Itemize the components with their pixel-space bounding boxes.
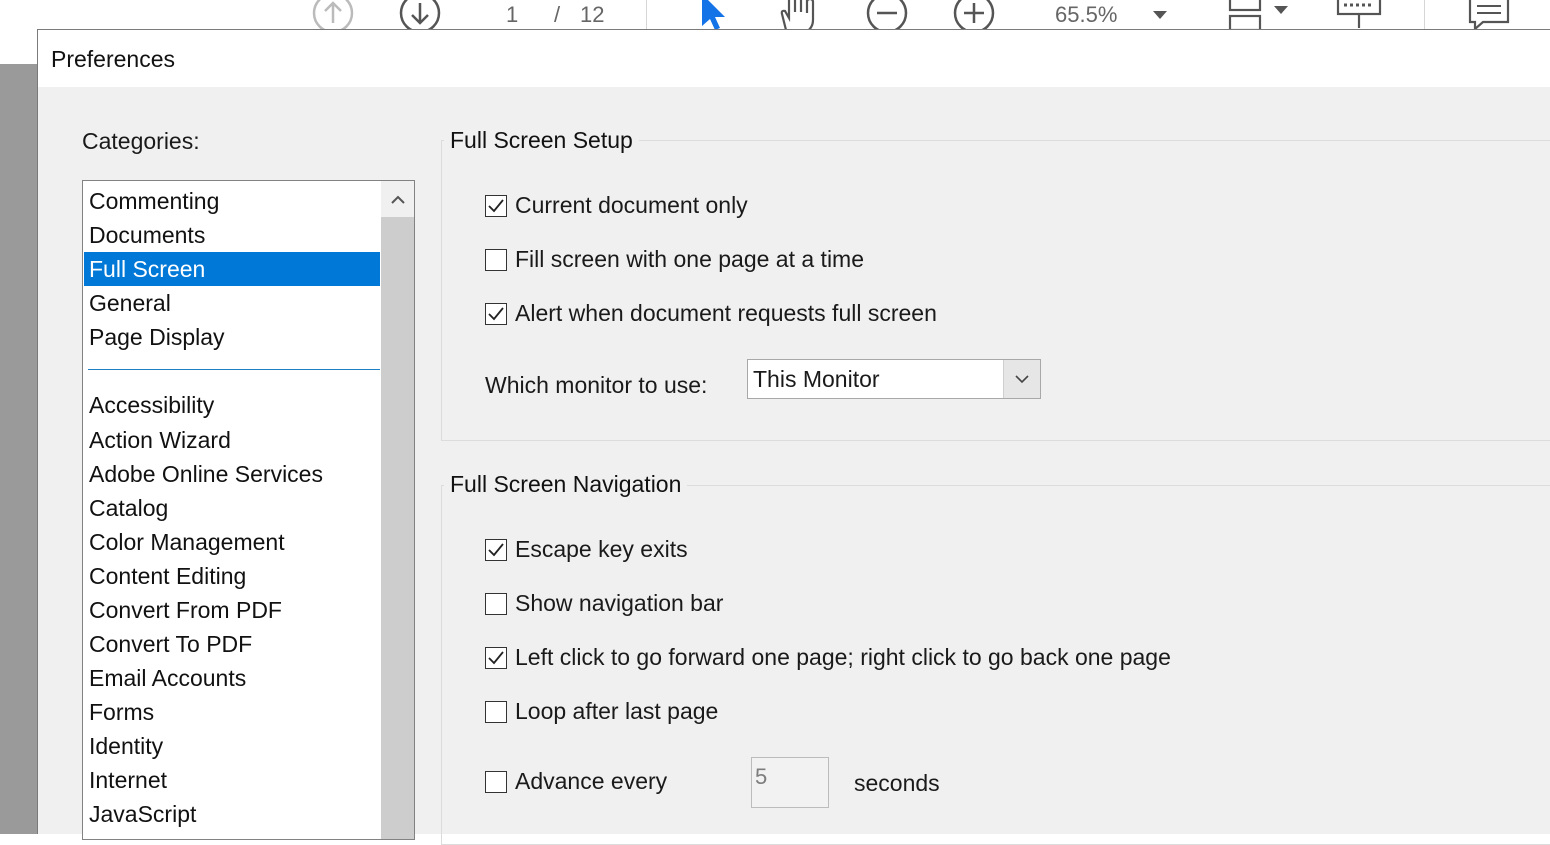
left-click-row[interactable]: Left click to go forward one page; right… — [485, 644, 1171, 671]
chevron-down-icon — [1015, 374, 1029, 383]
categories-list[interactable]: Commenting Documents Full Screen General… — [82, 180, 415, 840]
category-color-management[interactable]: Color Management — [84, 525, 380, 559]
acrobat-toolbar: 1 / 12 65.5% — [0, 0, 1550, 30]
loop-checkbox[interactable] — [485, 700, 507, 723]
select-pointer-icon[interactable] — [700, 0, 728, 30]
list-scrollbar[interactable] — [381, 181, 414, 839]
zoom-in-icon[interactable] — [953, 0, 995, 30]
monitor-select-value: This Monitor — [753, 366, 880, 392]
loop-label[interactable]: Loop after last page — [515, 698, 718, 725]
full-screen-setup-title: Full Screen Setup — [444, 127, 639, 154]
advance-label[interactable]: Advance every — [515, 768, 667, 795]
alert-full-screen-checkbox[interactable] — [485, 302, 507, 325]
preferences-dialog: Preferences Categories: Commenting Docum… — [37, 29, 1550, 845]
categories-label: Categories: — [82, 128, 200, 154]
category-email-accounts[interactable]: Email Accounts — [84, 661, 380, 695]
dialog-titlebar[interactable]: Preferences — [38, 30, 1550, 87]
category-convert-to-pdf[interactable]: Convert To PDF — [84, 627, 380, 661]
fill-screen-row[interactable]: Fill screen with one page at a time — [485, 246, 864, 273]
toolbar-divider — [1424, 0, 1425, 30]
category-full-screen[interactable]: Full Screen — [84, 252, 380, 286]
monitor-label: Which monitor to use: — [485, 372, 708, 398]
category-page-display[interactable]: Page Display — [84, 320, 380, 354]
current-document-only-row[interactable]: Current document only — [485, 192, 748, 219]
left-click-label[interactable]: Left click to go forward one page; right… — [515, 644, 1171, 671]
scroll-up-button[interactable] — [381, 181, 414, 217]
fill-screen-label[interactable]: Fill screen with one page at a time — [515, 246, 864, 273]
escape-exits-checkbox[interactable] — [485, 538, 507, 561]
keyboard-icon[interactable] — [1336, 0, 1382, 30]
alert-full-screen-label[interactable]: Alert when document requests full screen — [515, 300, 937, 327]
page-total: 12 — [580, 2, 605, 27]
category-javascript[interactable]: JavaScript — [84, 797, 380, 831]
category-convert-from-pdf[interactable]: Convert From PDF — [84, 593, 380, 627]
monitor-select[interactable]: This Monitor — [747, 359, 1041, 399]
list-divider — [88, 369, 380, 370]
show-nav-bar-label[interactable]: Show navigation bar — [515, 590, 723, 617]
loop-row[interactable]: Loop after last page — [485, 698, 718, 725]
show-nav-bar-checkbox[interactable] — [485, 592, 507, 615]
show-nav-bar-row[interactable]: Show navigation bar — [485, 590, 723, 617]
comment-icon[interactable] — [1467, 0, 1511, 30]
category-accessibility[interactable]: Accessibility — [84, 388, 380, 422]
checkmark-icon — [488, 650, 504, 664]
category-forms[interactable]: Forms — [84, 695, 380, 729]
category-general[interactable]: General — [84, 286, 380, 320]
category-adobe-online-services[interactable]: Adobe Online Services — [84, 457, 380, 491]
alert-full-screen-row[interactable]: Alert when document requests full screen — [485, 300, 937, 327]
fill-screen-checkbox[interactable] — [485, 248, 507, 271]
advance-seconds-input[interactable]: 5 — [751, 757, 829, 808]
escape-exits-row[interactable]: Escape key exits — [485, 536, 688, 563]
zoom-out-icon[interactable] — [866, 0, 908, 30]
escape-exits-label[interactable]: Escape key exits — [515, 536, 688, 563]
advance-checkbox[interactable] — [485, 770, 507, 793]
category-catalog[interactable]: Catalog — [84, 491, 380, 525]
seconds-label: seconds — [854, 770, 940, 796]
page-layout-icon[interactable] — [1228, 0, 1292, 30]
advance-row[interactable]: Advance every — [485, 768, 667, 795]
category-internet[interactable]: Internet — [84, 763, 380, 797]
zoom-level[interactable]: 65.5% — [1055, 2, 1117, 28]
checkmark-icon — [488, 198, 504, 212]
arrow-up-circle-icon[interactable] — [312, 0, 354, 30]
full-screen-navigation-title: Full Screen Navigation — [444, 471, 688, 498]
checkmark-icon — [488, 542, 504, 556]
chevron-up-icon — [390, 195, 405, 204]
checkmark-icon — [488, 306, 504, 320]
toolbar-divider — [646, 0, 647, 30]
hand-tool-icon[interactable] — [776, 0, 822, 30]
dropdown-caret-icon[interactable] — [1152, 10, 1168, 20]
current-document-only-label[interactable]: Current document only — [515, 192, 748, 219]
monitor-select-arrow[interactable] — [1003, 360, 1040, 398]
category-action-wizard[interactable]: Action Wizard — [84, 423, 380, 457]
background-document-area — [0, 64, 37, 834]
page-separator: / — [554, 2, 561, 27]
advance-seconds-value: 5 — [755, 764, 768, 789]
arrow-down-circle-icon[interactable] — [399, 0, 441, 30]
category-documents[interactable]: Documents — [84, 218, 380, 252]
category-content-editing[interactable]: Content Editing — [84, 559, 380, 593]
page-current[interactable]: 1 — [506, 2, 518, 28]
category-commenting[interactable]: Commenting — [84, 184, 380, 218]
current-document-only-checkbox[interactable] — [485, 194, 507, 217]
left-click-checkbox[interactable] — [485, 646, 507, 669]
category-identity[interactable]: Identity — [84, 729, 380, 763]
dialog-title: Preferences — [51, 46, 176, 72]
